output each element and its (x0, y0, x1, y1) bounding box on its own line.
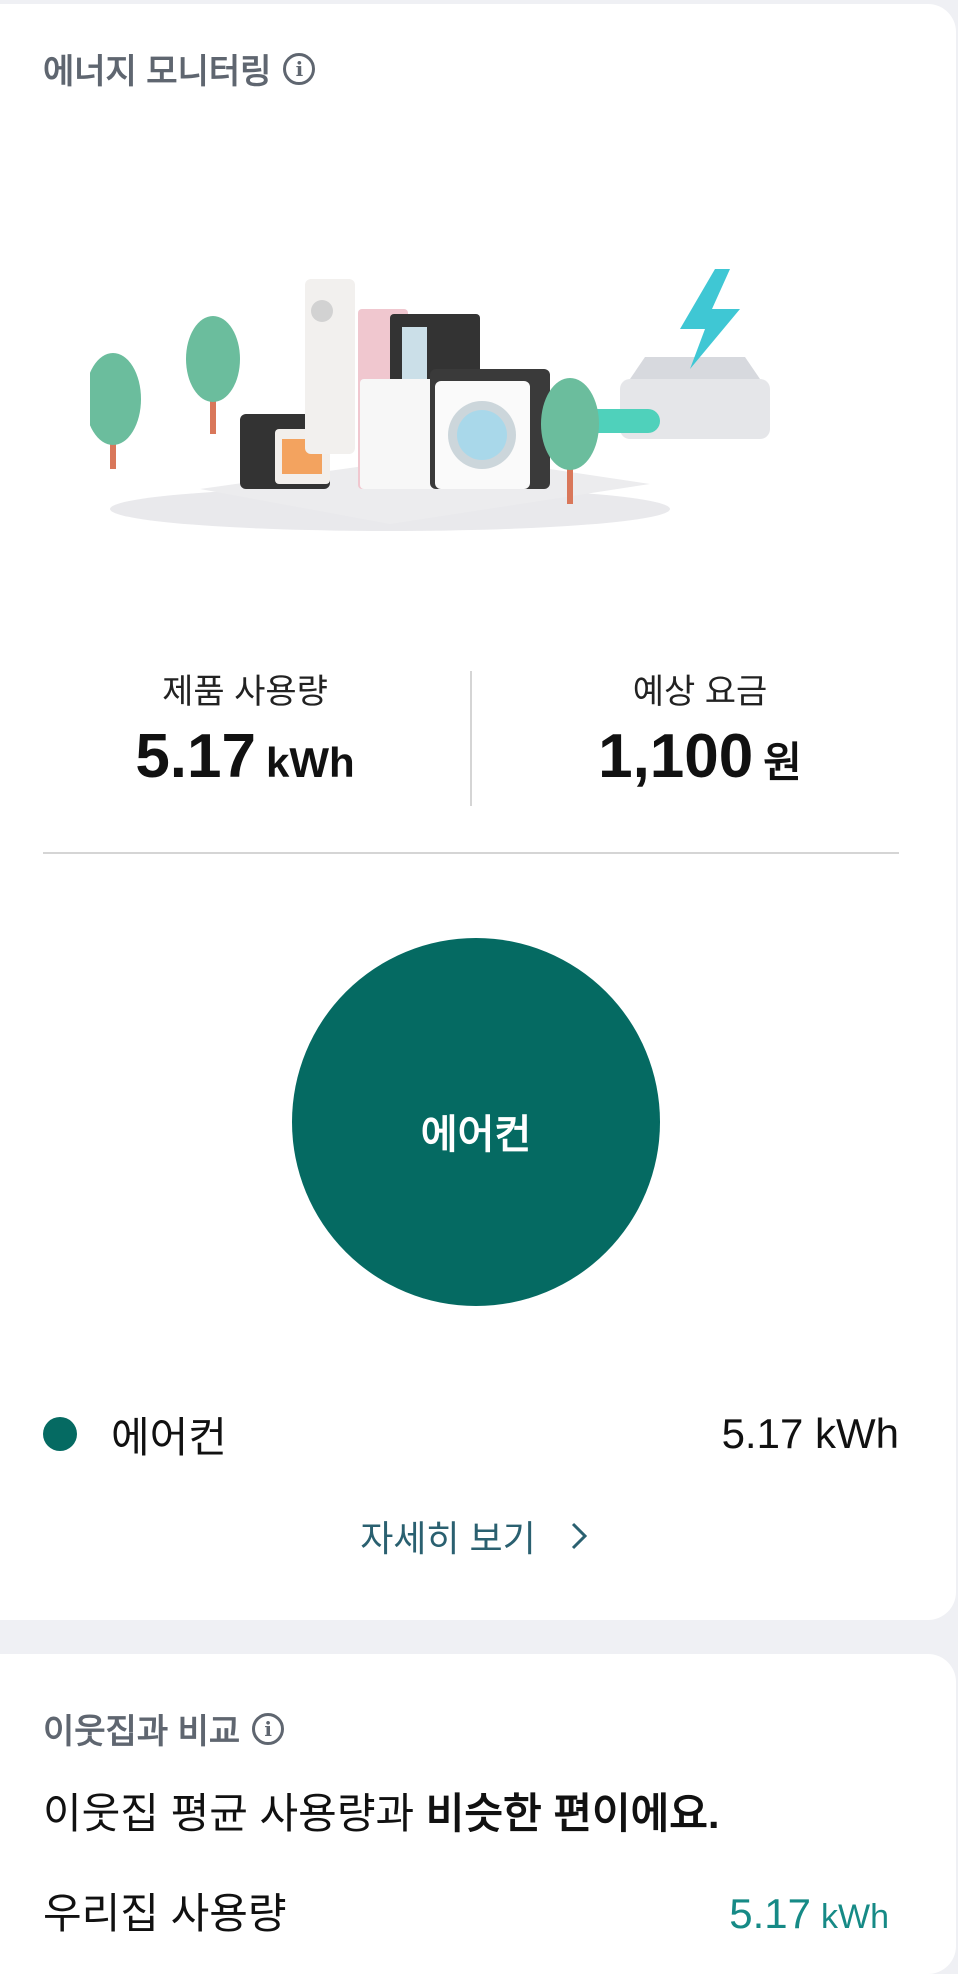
headline-emphasis: 비슷한 편이에요. (425, 1790, 720, 1837)
info-icon[interactable]: i (252, 1712, 285, 1745)
neighbor-compare-title: 이웃집과 비교 i (43, 1704, 285, 1753)
cost-value: 1,100 원 (530, 721, 870, 792)
our-usage-unit: kWh (821, 1898, 889, 1936)
cost-label: 예상 요금 (632, 673, 768, 711)
card-title-text: 이웃집과 비교 (43, 1713, 241, 1751)
pie-center-label: 에어컨 (420, 1113, 532, 1157)
cost-unit: 원 (763, 739, 802, 786)
usage-number: 5.17 (135, 722, 256, 791)
card-title-text: 에너지 모니터링 (43, 53, 272, 91)
stat-divider (470, 671, 472, 806)
usage-stat: 제품 사용량 5.17 kWh (75, 664, 415, 792)
info-icon[interactable]: i (283, 52, 316, 85)
usage-label: 제품 사용량 (162, 673, 328, 711)
section-divider (43, 852, 899, 854)
usage-value: 5.17 kWh (75, 721, 415, 792)
legend-item: 에어컨 5.17 kWh (43, 1404, 899, 1464)
our-usage-value: 5.17 (729, 1890, 811, 1937)
energy-illustration (90, 269, 770, 531)
energy-monitoring-card: 에너지 모니터링 i 제품 사용량 5.17 kWh 예상 요금 1,100 원… (0, 4, 956, 1620)
cost-stat: 예상 요금 1,100 원 (530, 664, 870, 792)
compare-headline: 이웃집 평균 사용량과 비슷한 편이에요. (43, 1780, 720, 1841)
energy-monitoring-title: 에너지 모니터링 i (43, 44, 316, 93)
legend-value: 5.17 kWh (721, 1410, 899, 1457)
headline-prefix: 이웃집 평균 사용량과 (43, 1790, 426, 1837)
legend-name: 에어컨 (111, 1413, 227, 1461)
chevron-right-icon (571, 1522, 587, 1550)
legend-color-dot (43, 1417, 77, 1451)
our-usage-label: 우리집 사용량 (43, 1890, 287, 1937)
cost-number: 1,100 (598, 722, 754, 791)
see-details-label: 자세히 보기 (360, 1518, 536, 1559)
our-usage-row: 우리집 사용량 5.17 kWh (43, 1880, 889, 1941)
usage-unit: kWh (266, 739, 355, 786)
see-details-link[interactable]: 자세히 보기 (0, 1510, 956, 1562)
